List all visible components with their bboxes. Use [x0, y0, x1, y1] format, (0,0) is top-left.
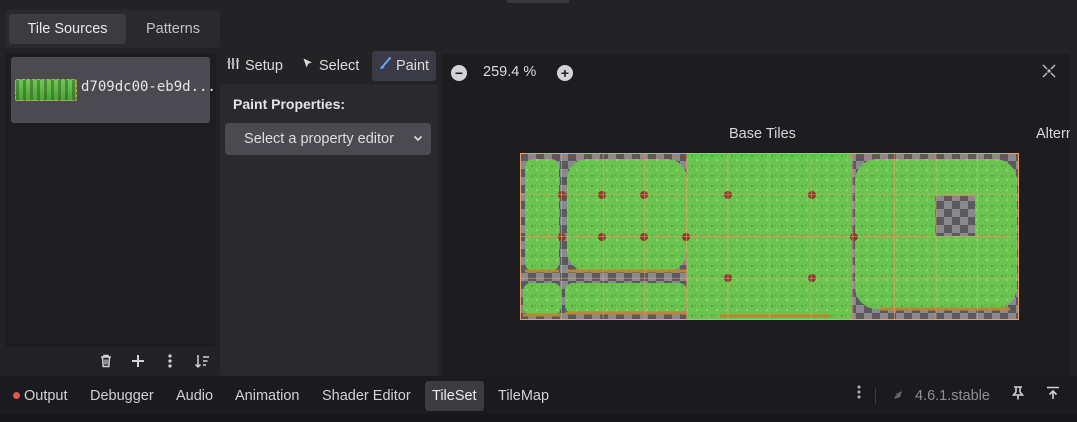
chevron-down-icon	[413, 123, 423, 155]
tab-tileset[interactable]: TileSet	[425, 381, 484, 411]
tab-tile-sources[interactable]: Tile Sources	[9, 14, 126, 44]
brush-icon	[378, 51, 391, 81]
tab-patterns[interactable]: Patterns	[129, 14, 217, 44]
sort-icon[interactable]	[190, 352, 214, 376]
source-tabs: Tile Sources Patterns	[5, 10, 220, 48]
zoom-level: 259.4 %	[483, 64, 537, 80]
tile-source-item[interactable]: d709dc00-eb9d...	[11, 57, 216, 123]
window-bottom-edge	[0, 414, 1077, 422]
wrench-icon	[227, 51, 240, 81]
tileset-editor: Tile Sources Patterns d709dc00-eb9d... S…	[0, 0, 1077, 422]
kebab-icon[interactable]	[158, 352, 182, 376]
version-label: 4.6.1.stable	[915, 388, 990, 404]
setup-mode-button[interactable]: Setup	[221, 51, 289, 81]
tab-output-label: Output	[24, 388, 68, 404]
tile-source-name: d709dc00-eb9d...	[81, 79, 216, 95]
plus-icon[interactable]	[126, 352, 150, 376]
alternative-tiles-label: Altern	[1036, 126, 1070, 142]
zoom-in-icon[interactable]: +	[557, 65, 573, 81]
error-dot-icon	[13, 392, 20, 399]
tile-atlas-grid[interactable]	[520, 153, 1019, 320]
property-editor-select-label: Select a property editor	[244, 131, 394, 147]
center-view-icon[interactable]	[1040, 64, 1058, 82]
tab-output[interactable]: Output	[6, 381, 75, 411]
tile-source-thumbnail	[15, 79, 77, 101]
source-toolbar	[90, 352, 220, 376]
paint-mode-button[interactable]: Paint	[372, 51, 436, 81]
bottom-panel-tabs: Output Debugger Audio Animation Shader E…	[0, 378, 1077, 414]
select-mode-button[interactable]: Select	[296, 51, 366, 81]
toolbar-separator	[875, 388, 876, 404]
paint-mode-label: Paint	[396, 58, 430, 74]
tab-shader-editor[interactable]: Shader Editor	[315, 381, 418, 411]
expand-panel-icon[interactable]	[1043, 381, 1063, 411]
base-tiles-label: Base Tiles	[729, 126, 796, 142]
tab-tilemap[interactable]: TileMap	[491, 381, 556, 411]
zoom-out-icon[interactable]: −	[451, 65, 467, 81]
tab-animation[interactable]: Animation	[228, 381, 306, 411]
tab-debugger[interactable]: Debugger	[83, 381, 161, 411]
tab-audio[interactable]: Audio	[169, 381, 220, 411]
panel-resize-handle[interactable]	[507, 0, 569, 3]
pin-icon[interactable]	[1008, 381, 1028, 411]
tile-atlas-view[interactable]: − 259.4 % + Base Tiles Altern	[442, 54, 1070, 376]
update-spinner-icon	[891, 388, 905, 402]
pointer-icon	[302, 51, 314, 81]
setup-mode-label: Setup	[245, 58, 283, 74]
trash-icon[interactable]	[94, 352, 118, 376]
kebab-menu-icon[interactable]	[852, 381, 866, 411]
property-editor-select[interactable]: Select a property editor	[225, 123, 431, 155]
paint-properties-title: Paint Properties:	[233, 96, 346, 112]
select-mode-label: Select	[319, 58, 360, 74]
paint-properties-panel: Paint Properties: Select a property edit…	[220, 84, 438, 376]
tile-source-list[interactable]: d709dc00-eb9d...	[5, 53, 216, 347]
